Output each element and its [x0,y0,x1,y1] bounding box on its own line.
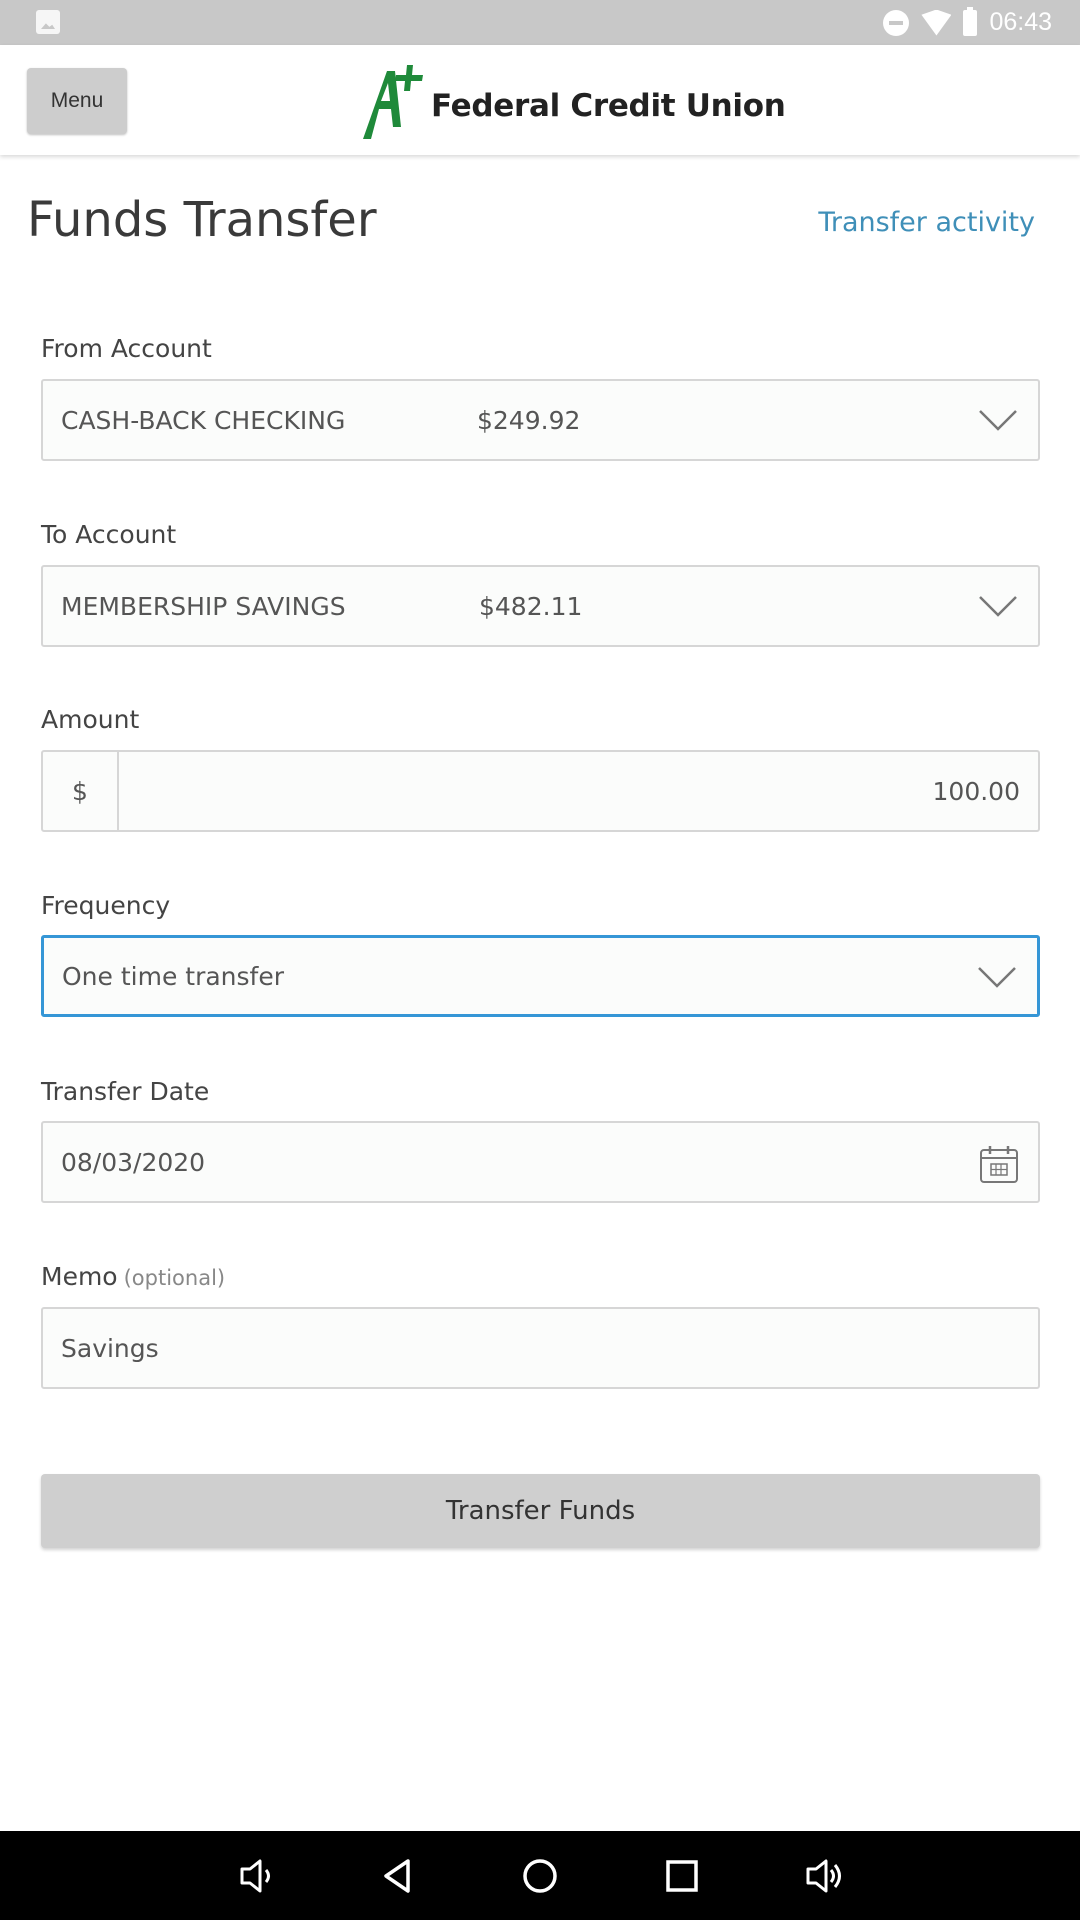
transfer-date-field[interactable]: 08/03/2020 [41,1121,1040,1203]
status-icons: 06:43 [883,0,1052,45]
chevron-down-icon [979,410,1017,431]
transfer-date-value: 08/03/2020 [61,1147,206,1177]
memo-label-text: Memo [41,1262,118,1291]
from-account-select[interactable]: CASH-BACK CHECKING $249.92 [41,379,1040,461]
memo-value: Savings [61,1333,159,1363]
frequency-value: One time transfer [62,961,285,991]
from-account-label: From Account [41,334,212,363]
transfer-funds-button[interactable]: Transfer Funds [41,1474,1040,1548]
wifi-icon [921,9,952,36]
status-bar: 06:43 [0,0,1080,45]
home-icon[interactable] [518,1854,562,1898]
menu-button[interactable]: Menu [27,68,127,134]
app-header: Menu Federal Credit Union [0,45,1080,155]
recents-icon[interactable] [660,1854,704,1898]
transfer-date-label: Transfer Date [41,1077,210,1106]
battery-icon [963,6,978,36]
navigation-bar [0,1831,1080,1920]
from-account-name: CASH-BACK CHECKING [61,405,346,435]
memo-label: Memo (optional) [41,1262,225,1291]
to-account-balance: $482.11 [479,591,583,621]
chevron-down-icon [979,596,1017,617]
image-notification-icon [36,10,60,34]
currency-prefix: $ [43,752,119,830]
chevron-down-icon [978,967,1016,988]
frequency-label: Frequency [41,891,171,920]
logo-text: Federal Credit Union [431,88,786,124]
volume-down-icon[interactable] [234,1854,278,1898]
do-not-disturb-icon [883,9,910,36]
logo[interactable]: Federal Credit Union [357,57,786,143]
status-time: 06:43 [989,8,1052,36]
back-icon[interactable] [376,1854,420,1898]
from-account-balance: $249.92 [477,405,581,435]
volume-up-icon[interactable] [802,1854,846,1898]
to-account-label: To Account [41,520,177,549]
calendar-icon[interactable] [978,1143,1020,1185]
frequency-select[interactable]: One time transfer [41,935,1040,1017]
amount-value: 100.00 [932,776,1020,806]
amount-field[interactable]: $ 100.00 [41,750,1040,832]
page-title: Funds Transfer [27,192,377,248]
transfer-activity-link[interactable]: Transfer activity [818,207,1035,238]
to-account-select[interactable]: MEMBERSHIP SAVINGS $482.11 [41,565,1040,647]
a-plus-logo-icon [357,57,437,143]
memo-field[interactable]: Savings [41,1307,1040,1389]
amount-label: Amount [41,705,140,734]
memo-optional-note: (optional) [123,1266,226,1290]
to-account-name: MEMBERSHIP SAVINGS [61,591,346,621]
